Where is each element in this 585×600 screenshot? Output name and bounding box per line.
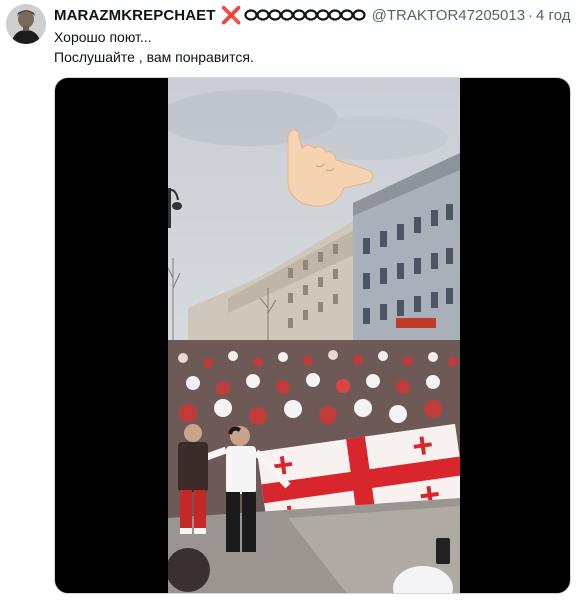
video-image bbox=[168, 78, 460, 593]
video-frame[interactable] bbox=[168, 78, 460, 593]
user-handle[interactable]: @TRAKTOR47205013 bbox=[372, 7, 525, 24]
timestamp[interactable]: 4 год bbox=[536, 7, 570, 24]
tweet-text: Хорошо поют... Послушайте , вам понравит… bbox=[54, 27, 254, 67]
tweet-header: MARAZMKREPCHAET ❌ @TRAKTOR47205013 · 4 г… bbox=[54, 5, 577, 25]
media-container[interactable] bbox=[54, 77, 571, 594]
avatar[interactable] bbox=[6, 4, 46, 44]
chain-link-icon bbox=[244, 8, 368, 22]
cross-mark-icon: ❌ bbox=[220, 5, 242, 25]
separator-dot: · bbox=[528, 6, 534, 24]
tweet-text-line-1: Хорошо поют... bbox=[54, 29, 152, 45]
tweet-text-line-2: Послушайте , вам понравится. bbox=[54, 49, 254, 65]
avatar-image bbox=[6, 4, 46, 44]
display-name[interactable]: MARAZMKREPCHAET bbox=[54, 7, 216, 24]
